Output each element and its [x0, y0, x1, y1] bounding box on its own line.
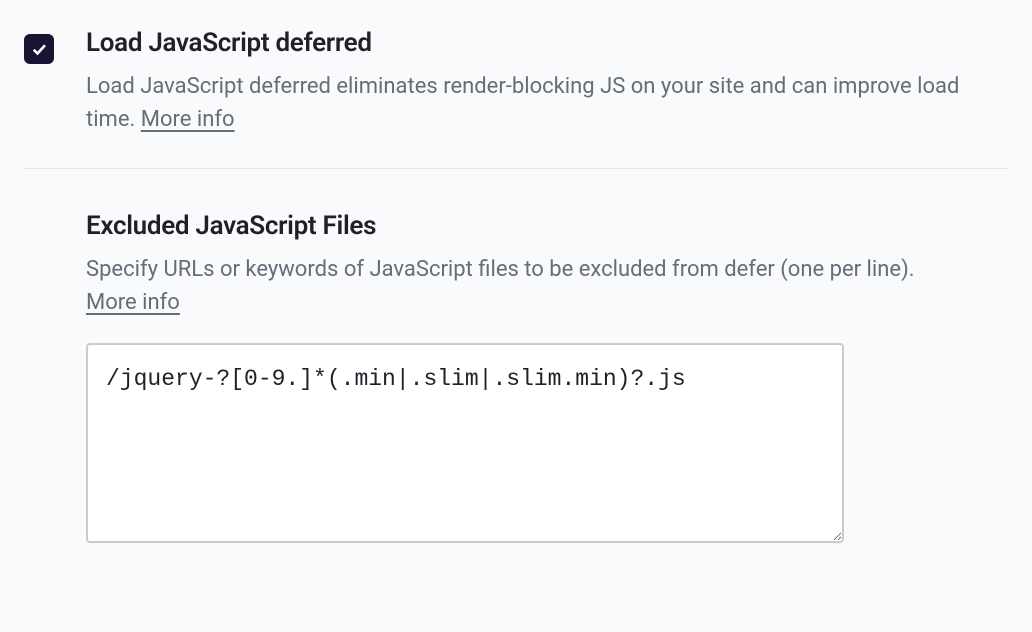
more-info-link[interactable]: More info — [141, 107, 235, 132]
checkbox-wrapper — [24, 28, 54, 64]
load-js-deferred-content: Load JavaScript deferred Load JavaScript… — [86, 28, 1008, 136]
description-text: Specify URLs or keywords of JavaScript f… — [86, 257, 915, 282]
settings-panel: Load JavaScript deferred Load JavaScript… — [0, 0, 1032, 547]
excluded-js-content: Excluded JavaScript Files Specify URLs o… — [86, 211, 1008, 547]
more-info-link[interactable]: More info — [86, 290, 180, 315]
load-js-deferred-description: Load JavaScript deferred eliminates rend… — [86, 70, 966, 136]
load-js-deferred-checkbox[interactable] — [24, 34, 54, 64]
load-js-deferred-row: Load JavaScript deferred Load JavaScript… — [24, 28, 1008, 168]
excluded-js-title: Excluded JavaScript Files — [86, 211, 1008, 241]
excluded-js-row: Excluded JavaScript Files Specify URLs o… — [24, 169, 1008, 547]
excluded-js-description: Specify URLs or keywords of JavaScript f… — [86, 253, 966, 319]
load-js-deferred-title: Load JavaScript deferred — [86, 28, 1008, 58]
excluded-js-textarea[interactable] — [86, 343, 844, 543]
check-icon — [30, 40, 48, 58]
